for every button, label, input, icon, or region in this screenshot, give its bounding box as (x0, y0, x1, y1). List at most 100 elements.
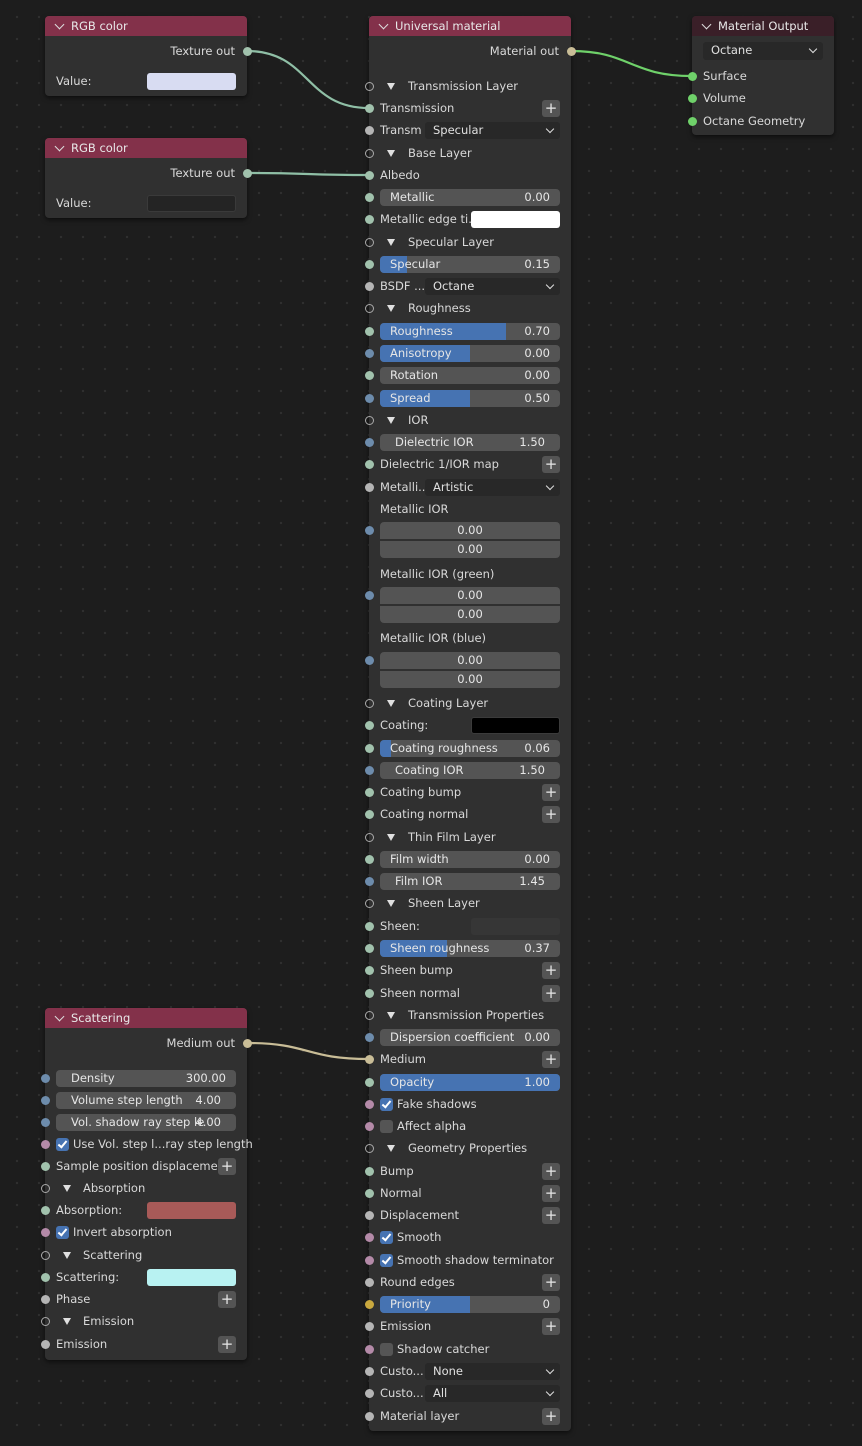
sheen-color-swatch[interactable] (471, 917, 560, 935)
displacement-socket[interactable] (364, 1210, 374, 1220)
section-socket[interactable] (364, 415, 374, 425)
emission-socket[interactable] (40, 1339, 50, 1349)
add-input-button[interactable]: + (542, 455, 560, 473)
fake-shadows-socket[interactable] (364, 1099, 374, 1109)
smooth-socket[interactable] (364, 1232, 374, 1242)
coating-ior-field[interactable]: Coating IOR 1.50 (380, 761, 560, 779)
rotation-field[interactable]: Rotation 0.00 (380, 366, 560, 384)
spread-slider[interactable]: Spread 0.50 (380, 389, 560, 407)
shadow-catcher-checkbox[interactable] (380, 1342, 393, 1356)
sheen-bump-socket[interactable] (364, 965, 374, 975)
scattering-section-socket[interactable] (40, 1250, 50, 1260)
node-header[interactable]: RGB color (45, 138, 247, 158)
transmission-socket[interactable] (364, 103, 374, 113)
smooth-checkbox[interactable] (380, 1230, 393, 1244)
vol-shadow-socket[interactable] (40, 1117, 50, 1127)
ior-section[interactable]: IOR (364, 410, 571, 430)
metalli-mode-dropdown[interactable]: Artistic (425, 478, 560, 496)
affect-alpha-checkbox[interactable] (380, 1119, 393, 1133)
collapse-chevron-icon[interactable] (54, 19, 65, 29)
emission-socket[interactable] (364, 1321, 374, 1331)
expand-triangle-icon[interactable] (63, 1185, 71, 1192)
invert-absorption-checkbox[interactable] (56, 1225, 69, 1239)
expand-triangle-icon[interactable] (387, 417, 395, 424)
coating-layer-section[interactable]: Coating Layer (364, 693, 571, 713)
volume-step-field[interactable]: Volume step length 4.00 (56, 1091, 236, 1109)
use-vol-step-checkbox[interactable] (56, 1137, 69, 1151)
section-socket[interactable] (364, 81, 374, 91)
add-input-button[interactable]: + (542, 1184, 560, 1202)
section-socket[interactable] (364, 1010, 374, 1020)
roughness-slider[interactable]: Roughness 0.70 (380, 322, 560, 340)
texture-out-socket[interactable] (242, 46, 252, 56)
collapse-chevron-icon[interactable] (54, 141, 65, 151)
dielectric-ior-socket[interactable] (364, 437, 374, 447)
affect-alpha-socket[interactable] (364, 1121, 374, 1131)
smooth-shadow-checkbox[interactable] (380, 1253, 393, 1267)
sheen-roughness-socket[interactable] (364, 943, 374, 953)
add-input-button[interactable]: + (218, 1335, 236, 1353)
rgb-color-node-2[interactable]: RGB color Texture out Value: (45, 138, 252, 218)
add-input-button[interactable]: + (218, 1290, 236, 1308)
section-socket[interactable] (364, 1143, 374, 1153)
material-layer-socket[interactable] (364, 1411, 374, 1421)
expand-triangle-icon[interactable] (387, 239, 395, 246)
opacity-slider[interactable]: Opacity 1.00 (380, 1073, 560, 1091)
geometry-props-section[interactable]: Geometry Properties (364, 1138, 571, 1158)
coating-roughness-socket[interactable] (364, 743, 374, 753)
invert-absorption-socket[interactable] (40, 1227, 50, 1237)
expand-triangle-icon[interactable] (387, 1145, 395, 1152)
metallic-ior-blue-field-1[interactable]: 0.00 (380, 652, 560, 669)
metallic-edge-socket[interactable] (364, 214, 374, 224)
expand-triangle-icon[interactable] (387, 900, 395, 907)
custom-aov-channel-dropdown[interactable]: All (425, 1384, 560, 1402)
spread-socket[interactable] (364, 393, 374, 403)
add-input-button[interactable]: + (542, 1162, 560, 1180)
transm-type-dropdown[interactable]: Specular (425, 121, 560, 139)
collapse-chevron-icon[interactable] (54, 1011, 65, 1021)
anisotropy-slider[interactable]: Anisotropy 0.00 (380, 344, 560, 362)
vol-shadow-field[interactable]: Vol. shadow ray step le 4.00 (56, 1113, 236, 1131)
universal-material-node[interactable]: Universal material Material out Transmis… (364, 16, 576, 1431)
film-width-field[interactable]: Film width 0.00 (380, 850, 560, 868)
add-input-button[interactable]: + (542, 805, 560, 823)
add-input-button[interactable]: + (542, 961, 560, 979)
scattering-socket[interactable] (40, 1272, 50, 1282)
custom-aov-channel-socket[interactable] (364, 1388, 374, 1398)
metalli-mode-socket[interactable] (364, 482, 374, 492)
scattering-node[interactable]: Scattering Medium out Density 300.00 Volu… (40, 1008, 253, 1360)
color-swatch[interactable] (147, 72, 236, 90)
section-socket[interactable] (364, 237, 374, 247)
use-vol-step-socket[interactable] (40, 1139, 50, 1149)
scattering-color-swatch[interactable] (147, 1268, 236, 1286)
film-ior-field[interactable]: Film IOR 1.45 (380, 872, 560, 890)
film-ior-socket[interactable] (364, 876, 374, 886)
density-field[interactable]: Density 300.00 (56, 1069, 236, 1087)
section-socket[interactable] (364, 698, 374, 708)
expand-triangle-icon[interactable] (63, 1252, 71, 1259)
expand-triangle-icon[interactable] (387, 834, 395, 841)
dielectric-ior-field[interactable]: Dielectric IOR 1.50 (380, 433, 560, 451)
fake-shadows-checkbox[interactable] (380, 1097, 393, 1111)
specular-layer-section[interactable]: Specular Layer (364, 232, 571, 252)
scattering-section-row[interactable]: Scattering (40, 1245, 247, 1265)
roughness-section[interactable]: Roughness (364, 298, 571, 318)
medium-out-socket[interactable] (242, 1038, 252, 1048)
opacity-socket[interactable] (364, 1077, 374, 1087)
add-input-button[interactable]: + (542, 1206, 560, 1224)
round-edges-socket[interactable] (364, 1277, 374, 1287)
priority-socket[interactable] (364, 1299, 374, 1309)
expand-triangle-icon[interactable] (387, 305, 395, 312)
film-width-socket[interactable] (364, 854, 374, 864)
emission-section-socket[interactable] (40, 1316, 50, 1326)
priority-slider[interactable]: Priority 0 (380, 1295, 560, 1313)
metallic-ior-green-field-1[interactable]: 0.00 (380, 587, 560, 604)
add-input-button[interactable]: + (542, 1273, 560, 1291)
thin-film-section[interactable]: Thin Film Layer (364, 827, 571, 847)
geometry-socket[interactable] (687, 116, 697, 126)
sheen-layer-section[interactable]: Sheen Layer (364, 893, 571, 913)
custom-aov-dropdown[interactable]: None (425, 1362, 560, 1380)
anisotropy-socket[interactable] (364, 348, 374, 358)
material-output-node[interactable]: Material Output Octane Surface Volume Oc… (687, 16, 834, 135)
density-socket[interactable] (40, 1073, 50, 1083)
